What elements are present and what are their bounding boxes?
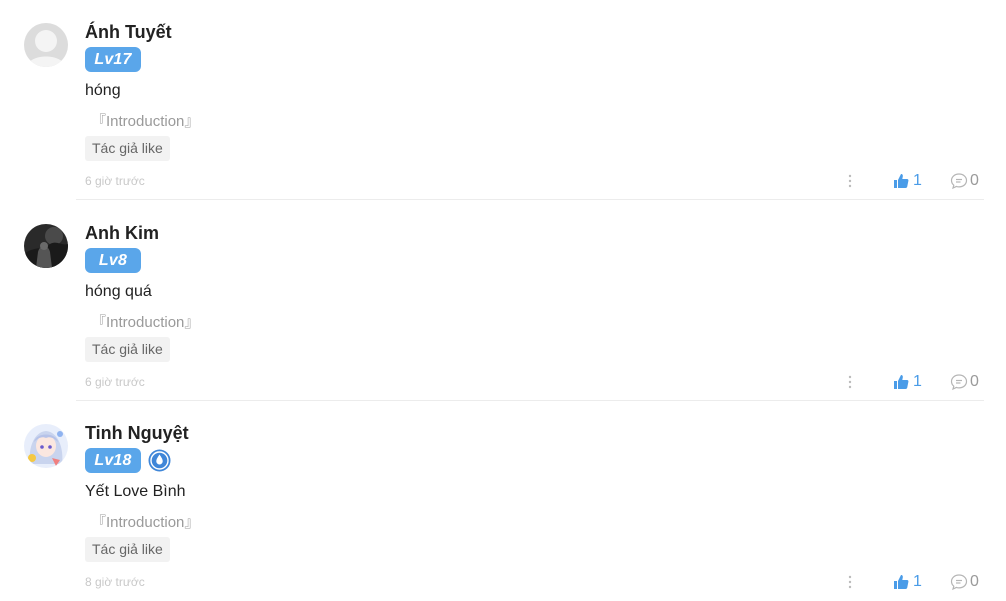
divider	[76, 199, 984, 200]
more-options-icon[interactable]	[844, 172, 856, 190]
comment-item: Tinh Nguyệt Lv18 Yết Love Bình 『Introduc…	[0, 401, 1006, 601]
timestamp: 6 giờ trước	[85, 375, 145, 389]
reply-count: 0	[970, 172, 979, 189]
reply-button[interactable]: 0	[950, 170, 979, 192]
avatar[interactable]	[24, 424, 68, 468]
level-badge: Lv17	[85, 47, 141, 72]
timestamp: 6 giờ trước	[85, 174, 145, 188]
reply-button[interactable]: 0	[950, 371, 979, 393]
comment-text: hóng quá	[85, 283, 152, 300]
reply-count: 0	[970, 573, 979, 590]
author-like-tag: Tác giả like	[85, 136, 170, 161]
level-badge: Lv18	[85, 448, 141, 473]
introduction-link[interactable]: 『Introduction』	[91, 110, 199, 131]
avatar[interactable]	[24, 23, 68, 67]
comment-bubble-icon	[950, 374, 968, 391]
comment-item: Anh Kim Lv8 hóng quá 『Introduction』 Tác …	[0, 201, 1006, 401]
username[interactable]: Tinh Nguyệt	[85, 423, 189, 444]
timestamp: 8 giờ trước	[85, 575, 145, 589]
level-badge: Lv8	[85, 248, 141, 273]
thumbs-up-icon	[894, 174, 909, 188]
comment-text: Yết Love Bình	[85, 483, 186, 500]
like-button[interactable]: 1	[893, 170, 922, 192]
username[interactable]: Anh Kim	[85, 223, 159, 244]
thumbs-up-icon	[894, 575, 909, 589]
comment-bubble-icon	[950, 173, 968, 190]
like-count: 1	[913, 573, 922, 590]
introduction-link[interactable]: 『Introduction』	[91, 511, 199, 532]
author-like-tag: Tác giả like	[85, 537, 170, 562]
like-count: 1	[913, 172, 922, 189]
author-like-tag: Tác giả like	[85, 337, 170, 362]
droplet-badge-icon	[148, 449, 171, 472]
comment-item: Ánh Tuyết Lv17 hóng 『Introduction』 Tác g…	[0, 0, 1006, 200]
avatar[interactable]	[24, 224, 68, 268]
comment-bubble-icon	[950, 574, 968, 591]
reply-button[interactable]: 0	[950, 571, 979, 593]
like-count: 1	[913, 373, 922, 390]
introduction-link[interactable]: 『Introduction』	[91, 311, 199, 332]
like-button[interactable]: 1	[893, 571, 922, 593]
more-options-icon[interactable]	[844, 373, 856, 391]
username[interactable]: Ánh Tuyết	[85, 22, 172, 43]
like-button[interactable]: 1	[893, 371, 922, 393]
comment-text: hóng	[85, 82, 121, 99]
reply-count: 0	[970, 373, 979, 390]
more-options-icon[interactable]	[844, 573, 856, 591]
thumbs-up-icon	[894, 375, 909, 389]
